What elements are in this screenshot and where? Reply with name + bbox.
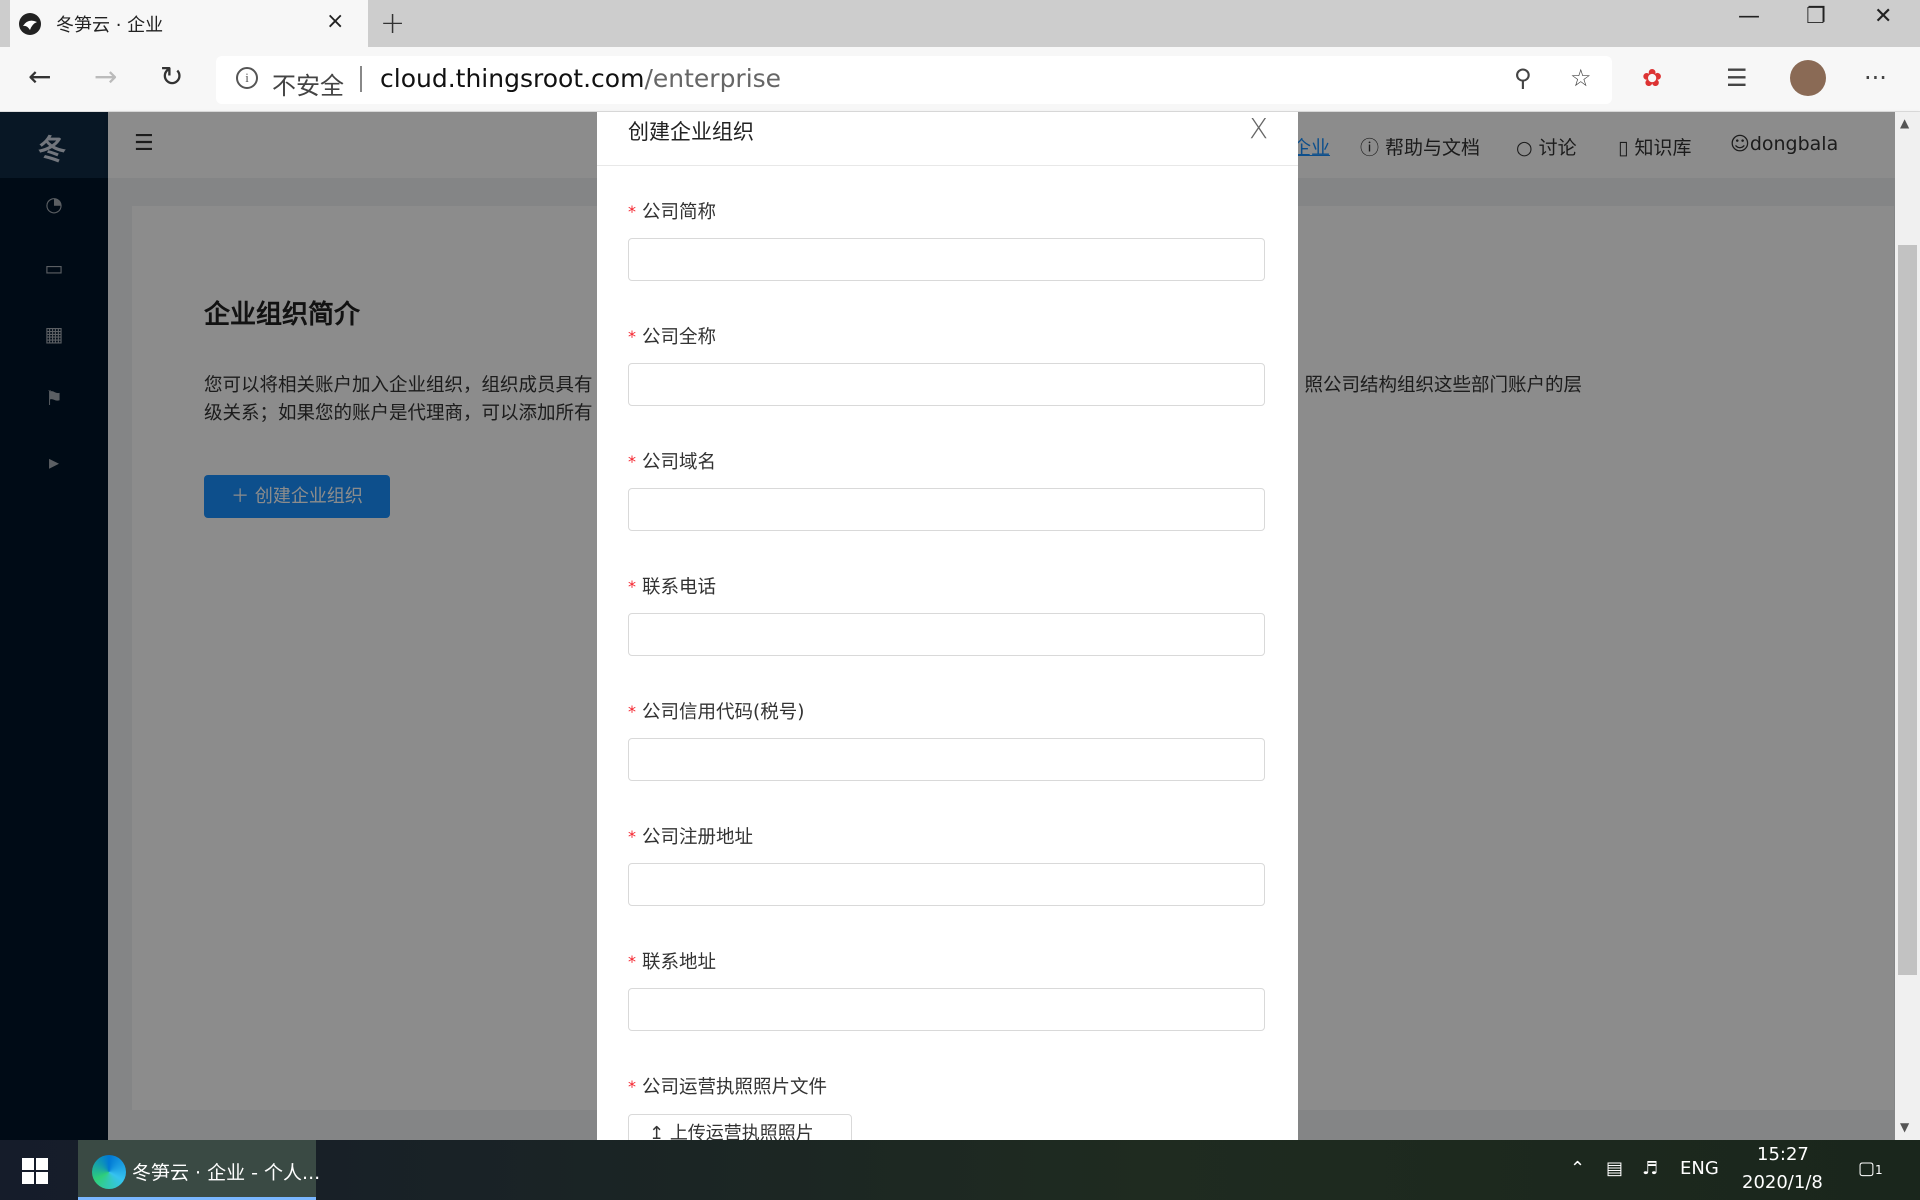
required-mark: *	[628, 827, 636, 846]
create-enterprise-modal: 创建企业组织 X * 公司简称 * 公司全称 * 公司域名 * 联系电话 * 公司信用代码…	[597, 112, 1298, 1140]
address-divider	[360, 66, 362, 92]
tab-title: 冬笋云 · 企业	[56, 15, 164, 36]
edge-browser-icon	[92, 1155, 126, 1189]
favorite-star-icon[interactable]: ☆	[1570, 64, 1592, 92]
network-icon[interactable]: ▤	[1606, 1158, 1623, 1179]
forward-icon[interactable]: →	[94, 60, 117, 93]
field-label-text: 公司信用代码(税号)	[642, 702, 805, 723]
modal-close-icon[interactable]: X	[1249, 112, 1268, 145]
refresh-icon[interactable]: ↻	[160, 60, 183, 93]
full-name-input[interactable]	[628, 363, 1265, 406]
field-label-text: 联系电话	[642, 577, 717, 598]
upload-license-button[interactable]: ↥ 上传运营执照照片	[628, 1114, 852, 1140]
url-host: cloud.thingsroot.com	[380, 64, 645, 93]
field-label-registered-address: * 公司注册地址	[628, 823, 753, 849]
required-mark: *	[628, 452, 636, 471]
language-indicator[interactable]: ENG	[1680, 1158, 1719, 1179]
upload-button-label: 上传运营执照照片	[669, 1123, 814, 1140]
field-label-credit-code: * 公司信用代码(税号)	[628, 698, 804, 724]
tab-close-icon[interactable]: ×	[326, 9, 344, 34]
new-tab-button[interactable]: +	[380, 6, 405, 41]
field-label-contact-address: * 联系地址	[628, 948, 716, 974]
tray-chevron-icon[interactable]: ⌃	[1570, 1158, 1585, 1179]
info-icon[interactable]: i	[236, 67, 258, 89]
field-label-full-name: * 公司全称	[628, 323, 716, 349]
back-icon[interactable]: ←	[28, 60, 51, 93]
field-label-text: 联系地址	[642, 952, 717, 973]
notification-icon[interactable]: ▢1	[1858, 1158, 1883, 1179]
domain-input[interactable]	[628, 488, 1265, 531]
restore-icon[interactable]: ❐	[1806, 4, 1826, 29]
registered-address-input[interactable]	[628, 863, 1265, 906]
url-path: /enterprise	[644, 64, 782, 93]
zoom-icon[interactable]: ⚲	[1514, 64, 1532, 92]
field-label-domain: * 公司域名	[628, 448, 716, 474]
scroll-down-icon[interactable]: ▼	[1900, 1120, 1909, 1134]
contact-address-input[interactable]	[628, 988, 1265, 1031]
site-favicon-icon	[19, 13, 41, 35]
required-mark: *	[628, 327, 636, 346]
required-mark: *	[628, 1077, 636, 1096]
url-text[interactable]: cloud.thingsroot.com/enterprise	[380, 64, 781, 93]
modal-title: 创建企业组织	[628, 120, 754, 144]
profile-avatar[interactable]	[1790, 60, 1826, 96]
taskbar-app-label: 冬笋云 · 企业 - 个人...	[132, 1162, 321, 1184]
field-label-text: 公司注册地址	[642, 827, 754, 848]
clock-time[interactable]: 15:27	[1757, 1144, 1809, 1165]
required-mark: *	[628, 577, 636, 596]
field-label-text: 公司运营执照照片文件	[642, 1077, 828, 1098]
phone-input[interactable]	[628, 613, 1265, 656]
volume-icon[interactable]: ♬	[1642, 1158, 1658, 1179]
short-name-input[interactable]	[628, 238, 1265, 281]
scroll-up-icon[interactable]: ▲	[1900, 116, 1909, 130]
required-mark: *	[628, 952, 636, 971]
field-label-short-name: * 公司简称	[628, 198, 716, 224]
clock-date[interactable]: 2020/1/8	[1742, 1172, 1823, 1193]
window-close-icon[interactable]: ✕	[1874, 4, 1892, 29]
favorites-list-icon[interactable]: ☰	[1726, 64, 1748, 92]
more-menu-icon[interactable]: ···	[1864, 64, 1887, 92]
extension-icon[interactable]: ✿	[1642, 64, 1662, 92]
field-label-text: 公司全称	[642, 327, 717, 348]
required-mark: *	[628, 702, 636, 721]
windows-start-icon[interactable]	[22, 1158, 48, 1184]
credit-code-input[interactable]	[628, 738, 1265, 781]
minimize-icon[interactable]: —	[1738, 4, 1760, 29]
required-mark: *	[628, 202, 636, 221]
field-label-license: * 公司运营执照照片文件	[628, 1073, 827, 1099]
field-label-text: 公司简称	[642, 202, 717, 223]
upload-icon: ↥	[649, 1123, 670, 1140]
field-label-text: 公司域名	[642, 452, 717, 473]
insecure-label: 不安全	[272, 72, 344, 100]
scrollbar-thumb[interactable]	[1898, 245, 1917, 975]
notification-count: 1	[1875, 1163, 1883, 1177]
field-label-phone: * 联系电话	[628, 573, 716, 599]
